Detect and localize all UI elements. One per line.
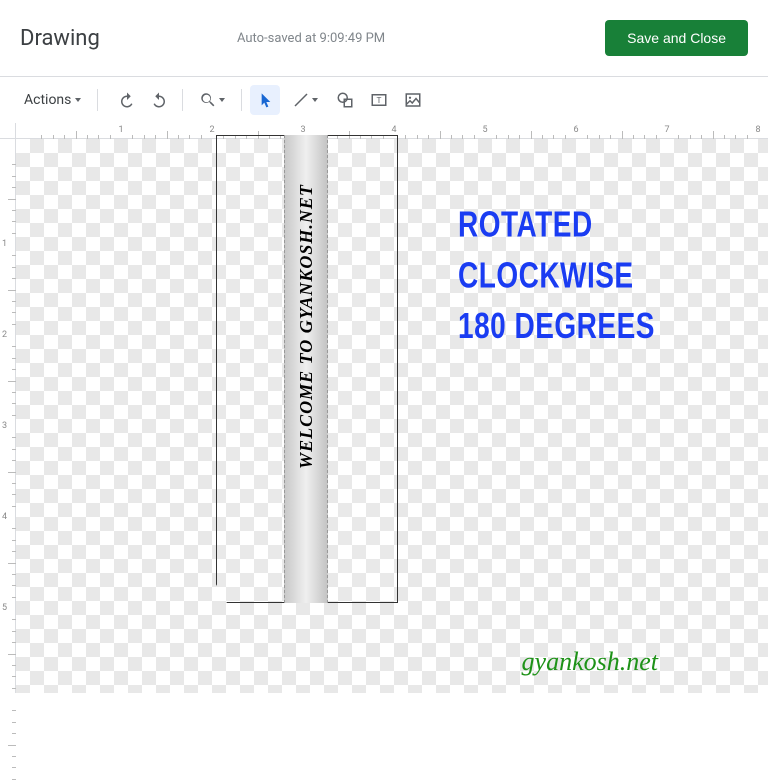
ruler-h-label: 5: [482, 125, 487, 135]
caret-down-icon: [75, 98, 81, 102]
svg-text:T: T: [377, 96, 382, 106]
ruler-v-label: 4: [2, 512, 7, 522]
dialog-header: Drawing Auto-saved at 9:09:49 PM Save an…: [0, 0, 768, 76]
ruler-h-label: 6: [573, 125, 578, 135]
ruler-h-label: 8: [755, 125, 760, 135]
textbox-tool[interactable]: T: [364, 85, 394, 115]
blue-line-1: ROTATED CLOCKWISE: [458, 199, 768, 301]
watermark-text: gyankosh.net: [522, 647, 658, 677]
caret-down-icon: [219, 98, 225, 102]
line-tool[interactable]: [284, 85, 326, 115]
toolbar: Actions T: [0, 77, 768, 123]
drawing-canvas[interactable]: WELCOME TO GYANKOSH.NET ROTATED CLOCKWIS…: [16, 139, 768, 693]
ruler-h-label: 2: [209, 125, 214, 135]
blue-annotation-text[interactable]: ROTATED CLOCKWISE 180 DEGREES: [458, 199, 768, 352]
ruler-corner: [0, 123, 16, 139]
rotated-text-box[interactable]: WELCOME TO GYANKOSH.NET: [284, 151, 328, 501]
ruler-v-label: 2: [2, 330, 7, 340]
ruler-v-label: 5: [2, 603, 7, 613]
toolbar-separator: [182, 89, 183, 111]
vertical-ruler[interactable]: 1 2 3 4 5: [0, 139, 16, 693]
ruler-h-label: 3: [300, 125, 305, 135]
ruler-h-label: 4: [391, 125, 396, 135]
blue-line-2: 180 DEGREES: [458, 301, 768, 352]
select-tool[interactable]: [250, 85, 280, 115]
zoom-button[interactable]: [191, 85, 233, 115]
ruler-v-label: 1: [2, 239, 7, 249]
redo-button[interactable]: [144, 85, 174, 115]
undo-redo-group: [112, 85, 174, 115]
image-tool[interactable]: [398, 85, 428, 115]
ruler-h-label: 1: [118, 125, 123, 135]
canvas-area: 1 2 3 4 5 6 7 8 1 2 3 4 5 WELCOME TO GYANKOSH.NET R…: [0, 123, 768, 693]
rotated-text-content: WELCOME TO GYANKOSH.NET: [296, 184, 317, 469]
caret-down-icon: [312, 98, 318, 102]
dialog-title: Drawing: [20, 26, 100, 51]
actions-menu[interactable]: Actions: [16, 86, 89, 114]
save-and-close-button[interactable]: Save and Close: [605, 20, 748, 56]
shape-tool[interactable]: [330, 85, 360, 115]
toolbar-separator: [241, 89, 242, 111]
actions-label: Actions: [24, 92, 71, 108]
undo-button[interactable]: [112, 85, 142, 115]
ruler-h-label: 7: [664, 125, 669, 135]
ruler-v-label: 3: [2, 421, 7, 431]
autosave-status: Auto-saved at 9:09:49 PM: [237, 31, 385, 46]
toolbar-separator: [97, 89, 98, 111]
